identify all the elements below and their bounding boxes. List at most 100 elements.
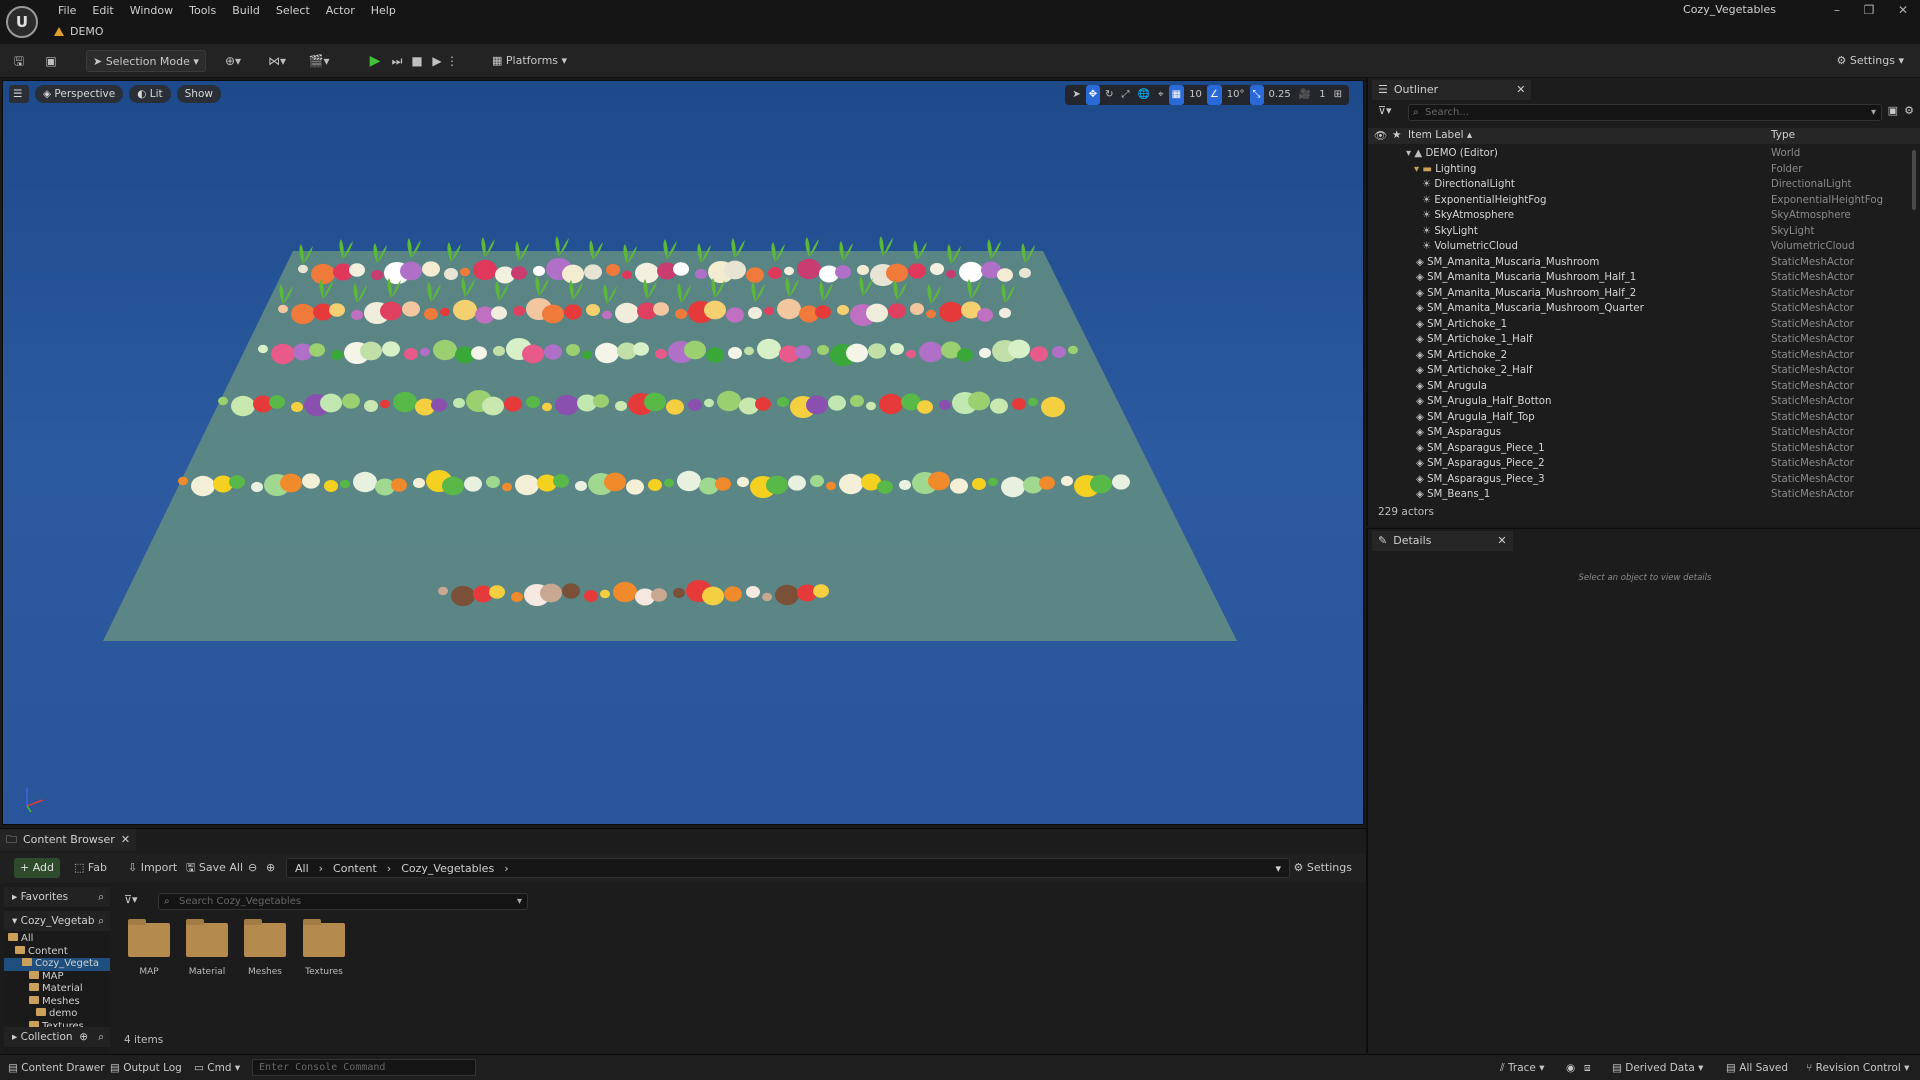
vegetable-mesh[interactable]: [939, 399, 951, 411]
vegetable-mesh[interactable]: [489, 585, 505, 599]
chevron-down-icon[interactable]: ▾: [1275, 862, 1281, 875]
vegetable-mesh[interactable]: [302, 473, 320, 489]
asset-folder-meshes[interactable]: Meshes: [240, 919, 290, 977]
outliner-row[interactable]: ◈ SM_Asparagus_Piece_3 StaticMeshActor: [1368, 472, 1908, 488]
play-options-icon[interactable]: ⋮: [446, 50, 458, 72]
vegetable-mesh[interactable]: [766, 475, 788, 495]
vegetable-mesh[interactable]: [939, 301, 963, 323]
vegetable-mesh[interactable]: [431, 398, 447, 412]
select-tool-icon[interactable]: ➤: [1069, 85, 1083, 105]
vegetable-mesh[interactable]: [178, 476, 188, 486]
outliner-row[interactable]: ☀ DirectionalLight DirectionalLight: [1368, 177, 1908, 193]
screenshot-icon[interactable]: ⧈: [1584, 1059, 1591, 1077]
content-browse-icon[interactable]: ▣: [40, 50, 62, 72]
surface-snap-icon[interactable]: ⌖: [1155, 85, 1167, 105]
vegetable-mesh[interactable]: [648, 479, 662, 491]
vegetable-mesh[interactable]: [280, 473, 302, 493]
vegetable-mesh[interactable]: [655, 348, 667, 360]
vegetable-mesh[interactable]: [402, 301, 420, 317]
vegetable-mesh[interactable]: [229, 475, 245, 489]
vegetable-mesh[interactable]: [491, 306, 507, 320]
vegetable-mesh[interactable]: [329, 303, 345, 317]
vegetable-mesh[interactable]: [622, 270, 632, 280]
vegetable-mesh[interactable]: [795, 345, 811, 359]
menu-window[interactable]: Window: [122, 2, 181, 20]
vegetable-mesh[interactable]: [999, 307, 1011, 319]
outliner-row[interactable]: ◈ SM_Beans_1 StaticMeshActor: [1368, 487, 1908, 503]
vegetable-mesh[interactable]: [777, 396, 789, 408]
vegetable-mesh[interactable]: [602, 310, 612, 320]
vegetable-mesh[interactable]: [835, 265, 851, 279]
vegetable-mesh[interactable]: [717, 390, 741, 412]
vegetable-mesh[interactable]: [553, 474, 569, 488]
vegetable-mesh[interactable]: [522, 344, 544, 364]
menu-file[interactable]: File: [50, 2, 84, 20]
vegetable-mesh[interactable]: [684, 340, 706, 360]
breadcrumb-cozy-vegetables[interactable]: Cozy_Vegetables: [401, 862, 494, 875]
vegetable-mesh[interactable]: [382, 341, 400, 357]
vegetable-mesh[interactable]: [584, 590, 598, 602]
outliner-row[interactable]: ◈ SM_Amanita_Muscaria_Mushroom StaticMesh…: [1368, 255, 1908, 271]
vegetable-mesh[interactable]: [615, 400, 627, 412]
selection-mode-dropdown[interactable]: ➤ Selection Mode ▾: [86, 50, 206, 72]
outliner-row[interactable]: ◈ SM_Arugula_Half_Botton StaticMeshActor: [1368, 394, 1908, 410]
vegetable-mesh[interactable]: [879, 393, 903, 415]
search-icon[interactable]: ⌕: [98, 1027, 104, 1047]
vegetable-mesh[interactable]: [979, 347, 991, 359]
vegetable-mesh[interactable]: [837, 304, 849, 316]
tree-folder[interactable]: MAP: [4, 970, 110, 984]
vegetable-mesh[interactable]: [593, 394, 609, 408]
col-type[interactable]: Type: [1771, 129, 1795, 141]
vegetable-mesh[interactable]: [566, 344, 580, 356]
tree-folder[interactable]: Material: [4, 983, 110, 996]
vegetable-mesh[interactable]: [817, 344, 829, 356]
vegetable-mesh[interactable]: [413, 477, 425, 489]
vegetable-mesh[interactable]: [311, 263, 335, 285]
vegetable-mesh[interactable]: [460, 267, 470, 277]
vegetable-mesh[interactable]: [988, 477, 998, 487]
derived-data-dropdown[interactable]: ▤ Derived Data ▾: [1612, 1059, 1703, 1077]
close-tab-icon[interactable]: ✕: [121, 829, 130, 851]
outliner-row[interactable]: ◈ SM_Artichoke_2_Half StaticMeshActor: [1368, 363, 1908, 379]
close-window-icon[interactable]: ✕: [1886, 0, 1920, 20]
vegetable-mesh[interactable]: [857, 264, 869, 276]
vegetable-mesh[interactable]: [278, 304, 288, 314]
outliner-row[interactable]: ◈ SM_Arugula StaticMeshActor: [1368, 379, 1908, 395]
vegetable-mesh[interactable]: [380, 301, 402, 321]
vegetable-mesh[interactable]: [269, 395, 285, 409]
vegetable-mesh[interactable]: [704, 398, 714, 408]
vegetable-mesh[interactable]: [400, 261, 422, 281]
vegetable-mesh[interactable]: [595, 342, 619, 364]
platforms-dropdown[interactable]: ▦ Platforms ▾: [486, 50, 573, 72]
menu-help[interactable]: Help: [363, 2, 404, 20]
vegetable-mesh[interactable]: [890, 343, 904, 355]
outliner-scrollbar[interactable]: [1912, 150, 1916, 210]
vegetable-mesh[interactable]: [866, 401, 876, 411]
vegetable-mesh[interactable]: [513, 305, 525, 317]
vegetable-mesh[interactable]: [342, 393, 360, 409]
vegetable-mesh[interactable]: [724, 586, 742, 602]
content-browser-tab[interactable]: 🗀 Content Browser ✕: [0, 829, 137, 851]
cmd-dropdown[interactable]: ▭ Cmd ▾: [194, 1059, 240, 1077]
vegetable-mesh[interactable]: [564, 304, 582, 320]
source-root[interactable]: ▾ Cozy_Vegetab ⌕: [4, 911, 110, 931]
vegetable-mesh[interactable]: [438, 586, 448, 596]
menu-select[interactable]: Select: [268, 2, 318, 20]
menu-build[interactable]: Build: [224, 2, 268, 20]
vegetable-mesh[interactable]: [746, 267, 764, 283]
outliner-tab[interactable]: ☰ Outliner ✕: [1372, 80, 1532, 100]
vegetable-mesh[interactable]: [420, 347, 430, 357]
vegetable-mesh[interactable]: [258, 344, 268, 354]
vegetable-mesh[interactable]: [440, 307, 450, 317]
vegetable-mesh[interactable]: [695, 268, 707, 280]
vegetable-mesh[interactable]: [309, 343, 325, 357]
vegetable-mesh[interactable]: [677, 470, 701, 492]
simulate-icon[interactable]: ▶: [426, 50, 448, 72]
vegetable-mesh[interactable]: [715, 477, 731, 491]
tree-folder[interactable]: Content: [4, 945, 110, 959]
vegetable-mesh[interactable]: [511, 266, 527, 280]
vegetable-mesh[interactable]: [950, 478, 968, 494]
vegetable-mesh[interactable]: [424, 308, 438, 320]
vegetable-mesh[interactable]: [626, 479, 644, 495]
add-collection-icon[interactable]: ⊕: [79, 1027, 88, 1047]
